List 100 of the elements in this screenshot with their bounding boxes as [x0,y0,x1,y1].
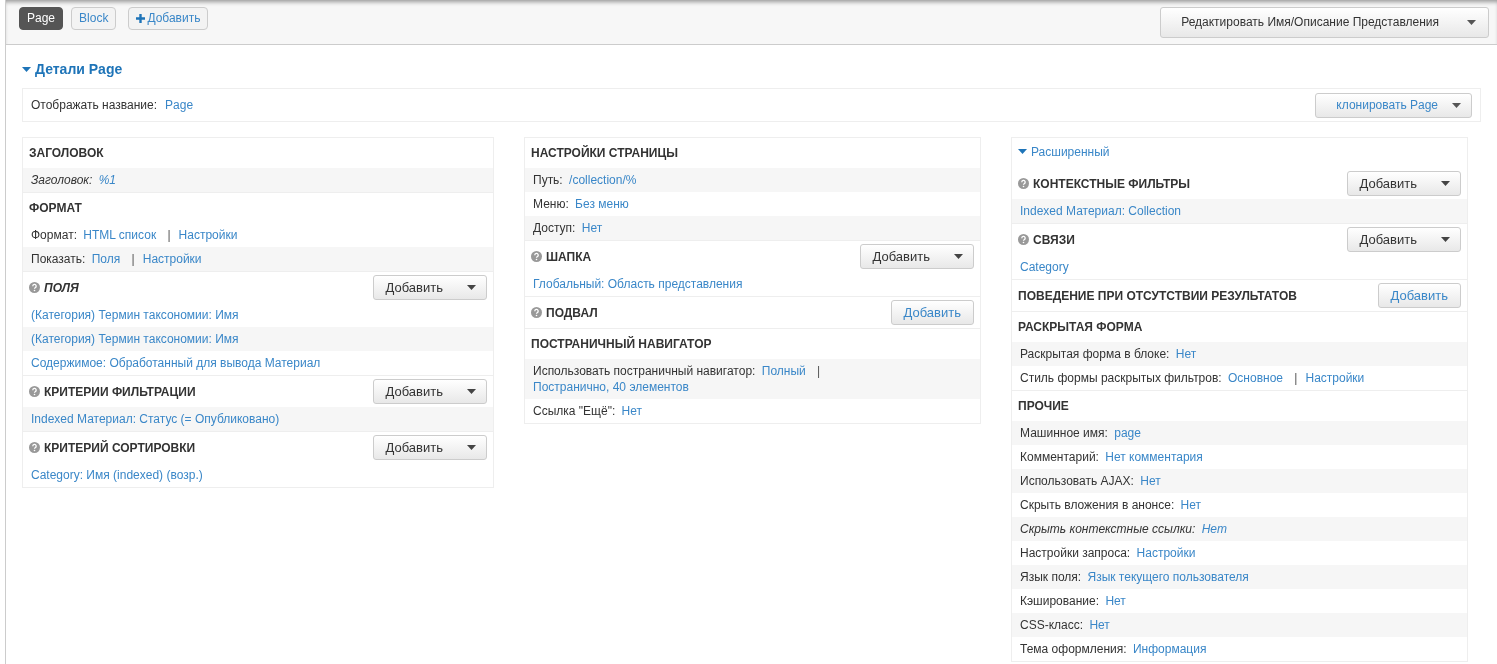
setting-label: Настройки запроса: [1020,546,1131,560]
add-dropdown[interactable]: Добавить [859,244,974,269]
setting-label: Стиль формы раскрытых фильтров: [1020,371,1222,385]
caret-icon [467,285,476,290]
help-icon[interactable] [29,386,40,397]
setting-label: Путь: [533,173,563,187]
setting-link[interactable]: /collection/% [569,173,637,187]
setting-link[interactable]: Нет [1089,618,1110,632]
setting-link[interactable]: Нет [1175,347,1197,361]
setting-link[interactable]: Информация [1132,642,1207,656]
setting-label: Использовать AJAX: [1020,474,1134,488]
section-title: ПРОЧИЕ [1018,398,1069,415]
setting-link[interactable]: Page [165,96,194,114]
section-title: ПОДВАЛ [546,304,598,322]
plus-icon [136,14,146,23]
section-title: РАСКРЫТАЯ ФОРМА [1018,319,1143,336]
setting-link[interactable]: Настройки [1305,371,1365,385]
setting-link[interactable]: Нет [1105,594,1126,608]
clone-dropdown[interactable]: клонировать Page [1315,92,1472,118]
setting-label: Формат: [31,228,77,242]
caret-icon [954,254,963,259]
section-title: ПОСТРАНИЧНЫЙ НАВИГАТОР [531,335,712,353]
item-link[interactable]: Category [1020,260,1069,274]
setting-link[interactable]: Нет [1180,498,1202,512]
item-link[interactable]: Содержимое: Обработанный для вывода Материал [31,356,321,370]
caret-icon [1441,237,1450,242]
setting-link[interactable]: Основное [1228,371,1283,385]
display-tab[interactable]: Page [19,7,64,30]
setting-label: Заголовок: [31,173,93,187]
setting-link[interactable]: %1 [98,173,117,187]
caret-icon [1467,20,1476,25]
setting-label: Раскрытая форма в блоке: [1020,347,1170,361]
section-title: ПОЛЯ [44,279,79,297]
setting-link[interactable]: Настройки [178,228,238,242]
section-title: ФОРМАТ [29,200,82,217]
section-title: НАСТРОЙКИ СТРАНИЦЫ [531,144,678,162]
setting-link[interactable]: Настройки [142,252,202,266]
setting-label: Тема оформления: [1020,642,1127,656]
setting-link[interactable]: Язык текущего пользователя [1087,570,1249,584]
item-link[interactable]: (Категория) Термин таксономии: Имя [31,308,239,322]
setting-link[interactable]: Постранично, 40 элементов [533,380,689,394]
setting-label: Доступ: [533,221,576,235]
setting-link[interactable]: Без меню [575,197,629,211]
setting-link[interactable]: Нет комментария [1105,450,1203,464]
help-icon[interactable] [531,307,542,318]
details-toggle[interactable]: Детали Page [22,59,123,80]
help-icon[interactable] [531,251,542,262]
setting-label: Кэширование: [1020,594,1100,608]
separator: | [167,228,171,242]
setting-label: Показать: [31,252,86,266]
setting-link[interactable]: Нет [581,221,603,235]
add-dropdown[interactable]: Добавить [1346,227,1461,252]
add-button[interactable]: Добавить [890,300,974,325]
setting-label: Комментарий: [1020,450,1099,464]
setting-link[interactable]: Нет [1201,522,1227,536]
setting-label: CSS-класс: [1020,618,1084,632]
setting-label: Отображать название: [31,97,158,114]
caret-icon [1441,181,1450,186]
setting-link[interactable]: Нет [621,404,642,418]
edit-view-dropdown[interactable]: Редактировать Имя/Описание Представления [1160,7,1489,38]
separator: | [1294,371,1298,385]
caret-icon [1452,102,1461,108]
setting-link[interactable]: Полный [761,364,806,378]
section-title: КОНТЕКСТНЫЕ ФИЛЬТРЫ [1033,175,1191,193]
setting-label: Ссылка "Ещё": [533,404,616,418]
setting-link[interactable]: page [1114,426,1141,440]
section-title: КРИТЕРИЙ СОРТИРОВКИ [44,439,196,457]
help-icon[interactable] [1018,178,1029,189]
add-dropdown[interactable]: Добавить [372,435,487,460]
add-dropdown[interactable]: Добавить [1346,171,1461,196]
setting-link[interactable]: HTML список [83,228,157,242]
add-dropdown[interactable]: Добавить [372,379,487,404]
setting-link[interactable]: Настройки [1136,546,1196,560]
setting-label: Меню: [533,197,569,211]
caret-icon [467,445,476,450]
setting-label: Язык поля: [1020,570,1082,584]
help-icon[interactable] [29,442,40,453]
section-title: ЗАГОЛОВОК [29,145,104,162]
section-title: ШАПКА [546,248,592,266]
separator: | [131,252,135,266]
add-button[interactable]: Добавить [1377,283,1461,308]
setting-label: Скрыть контекстные ссылки: [1020,522,1196,536]
item-link[interactable]: Глобальный: Область представления [533,277,743,291]
section-title: СВЯЗИ [1033,231,1075,249]
separator: | [817,364,821,378]
display-tab[interactable]: Block [71,7,117,30]
help-icon[interactable] [29,282,40,293]
setting-label: Скрыть вложения в анонсе: [1020,498,1175,512]
section-title: ПОВЕДЕНИЕ ПРИ ОТСУТСТВИИ РЕЗУЛЬТАТОВ [1018,287,1297,305]
help-icon[interactable] [1018,234,1029,245]
item-link[interactable]: Category: Имя (indexed) (возр.) [31,468,203,482]
add-dropdown[interactable]: Добавить [372,275,487,300]
setting-label: Использовать постраничный навигатор: [533,364,756,378]
setting-label: Машинное имя: [1020,426,1108,440]
setting-link[interactable]: Нет [1140,474,1161,488]
add-display-button[interactable]: Добавить [128,7,209,30]
caret-icon [467,389,476,394]
section-title: КРИТЕРИИ ФИЛЬТРАЦИИ [44,383,196,401]
setting-link[interactable]: Поля [91,252,121,266]
advanced-toggle[interactable]: Расширенный [1018,142,1110,161]
